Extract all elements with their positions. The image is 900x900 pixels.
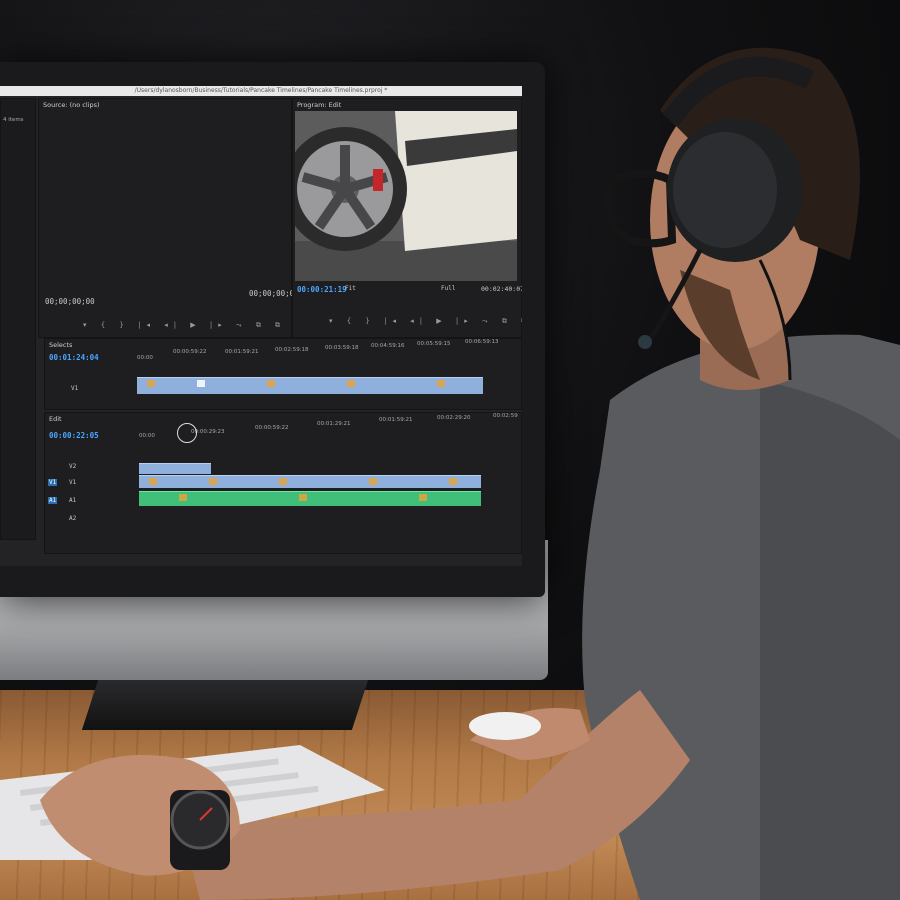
person-editing-illustration [0, 47, 900, 900]
scene-photo: /Users/dylanosborn/Business/Tutorials/Pa… [0, 0, 900, 900]
